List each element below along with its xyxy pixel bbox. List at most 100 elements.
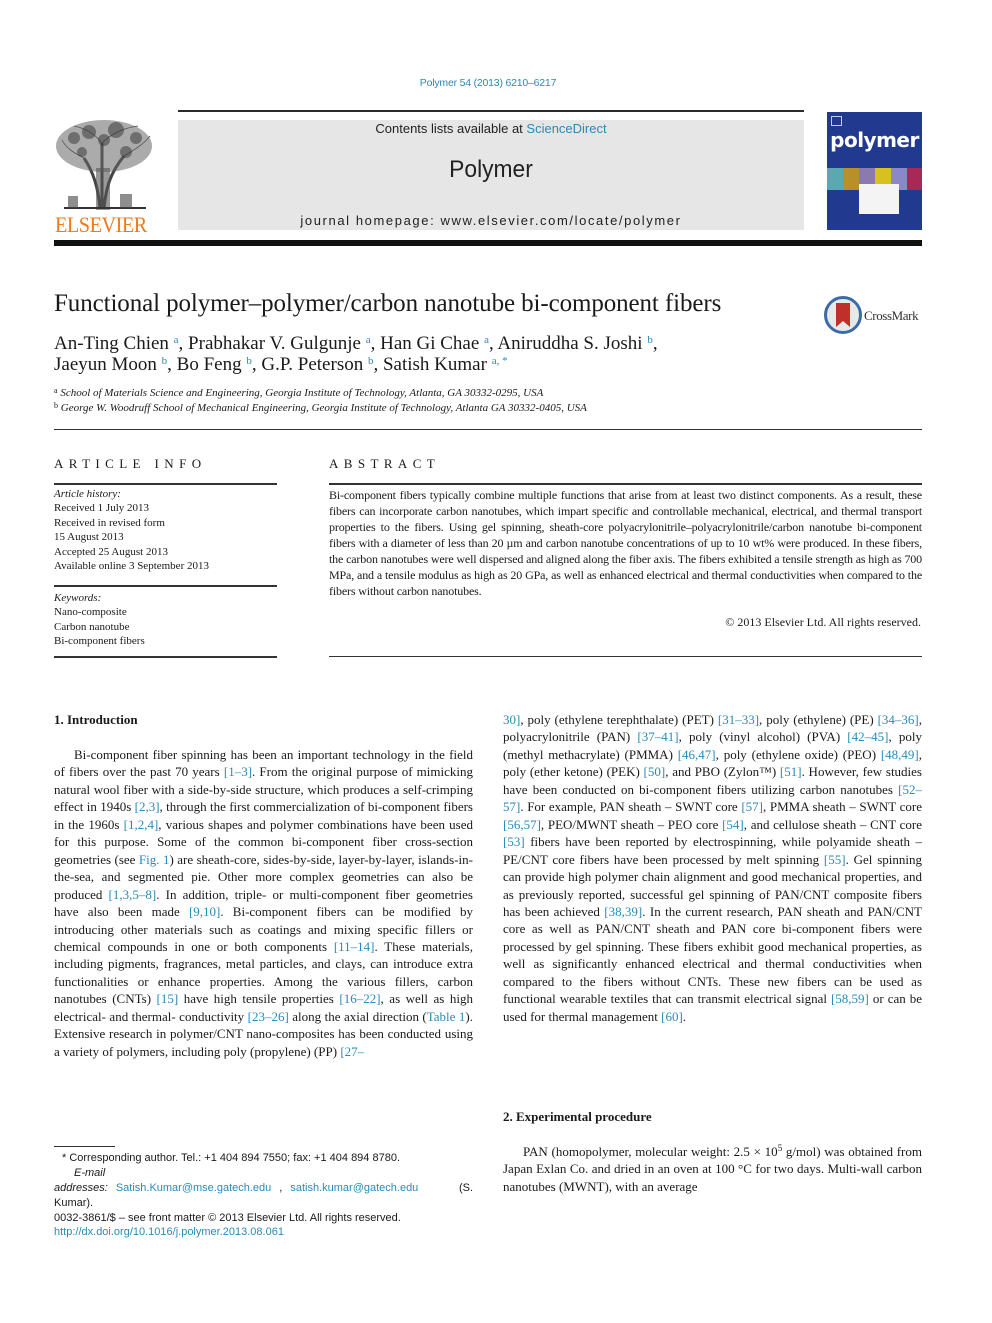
history-label: Article history:	[54, 488, 121, 500]
journal-homepage-link[interactable]: journal homepage: www.elsevier.com/locat…	[178, 213, 804, 228]
keyword: Bi-component fibers	[54, 635, 145, 648]
author-name[interactable]: G.P. Peterson	[261, 354, 363, 375]
affiliation-mark[interactable]: b	[368, 355, 374, 367]
affiliation: a School of Materials Science and Engine…	[54, 386, 544, 400]
keyword: Carbon nanotube	[54, 620, 130, 633]
citation-link[interactable]: Table 1	[427, 1009, 466, 1024]
citation-link[interactable]: [31–33]	[718, 712, 759, 727]
header-rule	[178, 110, 804, 112]
affiliation-mark[interactable]: a	[366, 334, 371, 346]
email-footnote: E-mail addresses: Satish.Kumar@mse.gatech…	[54, 1167, 473, 1209]
author-name[interactable]: Prabhakar V. Gulgunje	[188, 333, 361, 354]
affiliation-mark[interactable]: b	[162, 355, 168, 367]
citation-link[interactable]: [16–22]	[339, 991, 380, 1006]
author-name[interactable]: Jaeyun Moon	[54, 354, 157, 375]
sciencedirect-link[interactable]: ScienceDirect	[526, 121, 606, 136]
citation-link[interactable]: [37–41]	[637, 729, 678, 744]
affiliation: b George W. Woodruff School of Mechanica…	[54, 401, 587, 415]
author-list: Jaeyun Moon b, Bo Feng b, G.P. Peterson …	[54, 354, 508, 375]
affiliation-text: George W. Woodruff School of Mechanical …	[60, 402, 587, 414]
citation-link[interactable]: [1,2,4]	[124, 817, 159, 832]
affiliation-mark[interactable]: a, *	[492, 355, 508, 367]
author-name[interactable]: Han Gi Chae	[380, 333, 479, 354]
divider	[329, 483, 922, 485]
keywords-label: Keywords:	[54, 592, 102, 604]
citation-link[interactable]: [11–14]	[334, 939, 375, 954]
history-item: Received in revised form	[54, 516, 165, 529]
doi-link[interactable]: http://dx.doi.org/10.1016/j.polymer.2013…	[54, 1226, 284, 1238]
citation-link[interactable]: [50]	[644, 764, 666, 779]
cover-title: polymer	[830, 128, 919, 152]
contents-prefix: Contents lists available at	[375, 121, 527, 136]
journal-reference-link[interactable]: Polymer 54 (2013) 6210–6217	[0, 77, 976, 89]
paragraph-text: PAN (homopolymer, molecular weight: 2.5 …	[523, 1144, 778, 1159]
citation-link[interactable]: [57]	[741, 799, 763, 814]
divider	[54, 483, 277, 485]
paragraph-text: , poly (vinyl alcohol) (PVA)	[678, 729, 848, 745]
paragraph-text: . For example, PAN sheath – SWNT core	[520, 799, 742, 815]
citation-link[interactable]: [55]	[824, 852, 846, 867]
paragraph-text: , poly (ethylene terephthalate) (PET)	[520, 712, 718, 727]
header-thick-rule	[54, 240, 922, 246]
crossmark-label[interactable]: CrossMark	[864, 308, 919, 324]
abstract-copyright: © 2013 Elsevier Ltd. All rights reserved…	[725, 615, 921, 629]
front-matter-note: 0032-3861/$ – see front matter © 2013 El…	[54, 1212, 401, 1224]
email-link[interactable]: satish.kumar@gatech.edu	[290, 1182, 418, 1194]
affiliation-label: b	[54, 401, 58, 410]
citation-link[interactable]: [2,3]	[135, 799, 160, 814]
citation-link[interactable]: [46,47]	[678, 747, 716, 762]
affiliation-mark[interactable]: b	[647, 334, 653, 346]
citation-link[interactable]: [51]	[780, 764, 802, 779]
affiliation-mark[interactable]: b	[246, 355, 252, 367]
body-column-left: Bi-component fiber spinning has been an …	[54, 746, 473, 1060]
contents-line: Contents lists available at ScienceDirec…	[178, 121, 804, 136]
abstract-text: Bi-component fibers typically combine mu…	[329, 488, 922, 598]
paragraph-text: , PEO/MWNT sheath – PEO core	[540, 816, 723, 832]
paragraph-text: , poly (ethylene oxide) (PEO)	[715, 746, 881, 762]
citation-link[interactable]: [34–36]	[878, 712, 919, 727]
keyword: Nano-composite	[54, 606, 127, 619]
citation-link[interactable]: [38,39]	[604, 904, 642, 919]
paragraph-text: , PMMA sheath – SWNT core	[762, 799, 922, 815]
history-item: Accepted 25 August 2013	[54, 545, 168, 558]
citation-link[interactable]: [53]	[503, 834, 525, 849]
citation-link[interactable]: [27–	[340, 1044, 364, 1059]
history-item: 15 August 2013	[54, 531, 124, 544]
journal-name: Polymer	[449, 156, 533, 183]
citation-link[interactable]: [42–45]	[847, 729, 888, 744]
citation-link[interactable]: [23–26]	[248, 1009, 289, 1024]
affiliation-mark[interactable]: a	[174, 334, 179, 346]
crossmark-icon[interactable]	[824, 296, 862, 334]
citation-link[interactable]: [58,59]	[831, 991, 869, 1006]
citation-link[interactable]: 30]	[503, 712, 520, 727]
affiliation-text: School of Materials Science and Engineer…	[60, 387, 544, 399]
citation-link[interactable]: [54]	[722, 817, 744, 832]
author-name[interactable]: Aniruddha S. Joshi	[497, 333, 642, 354]
citation-link[interactable]: [1–3]	[224, 764, 252, 779]
citation-link[interactable]: [56,57]	[503, 817, 541, 832]
author-name[interactable]: An-Ting Chien	[54, 333, 169, 354]
affiliation-mark[interactable]: a	[484, 334, 489, 346]
author-name[interactable]: Satish Kumar	[383, 354, 487, 375]
corresponding-author-note: * Corresponding author. Tel.: +1 404 894…	[62, 1152, 401, 1164]
author-name[interactable]: Bo Feng	[177, 354, 242, 375]
citation-link[interactable]: Fig. 1	[139, 852, 170, 867]
paragraph-text: , and cellulose sheath – CNT core	[743, 816, 922, 832]
article-title: Functional polymer–polymer/carbon nanotu…	[54, 290, 722, 317]
citation-link[interactable]: [48,49]	[881, 747, 919, 762]
article-history: Article history: Received 1 July 2013 Re…	[54, 487, 209, 573]
citation-link[interactable]: [15]	[157, 991, 179, 1006]
section-heading-introduction: 1. Introduction	[54, 712, 138, 727]
email-label: E-mail addresses:	[54, 1167, 108, 1194]
footnote-rule	[54, 1146, 115, 1147]
affiliation-label: a	[54, 386, 58, 395]
history-item: Available online 3 September 2013	[54, 560, 209, 573]
citation-link[interactable]: [60]	[661, 1009, 683, 1024]
email-link[interactable]: Satish.Kumar@mse.gatech.edu	[116, 1182, 271, 1194]
journal-cover-image[interactable]: polymer	[827, 112, 922, 230]
abstract-heading: ABSTRACT	[329, 456, 441, 471]
paragraph-text: , poly (ethylene) (PE)	[759, 712, 878, 727]
citation-link[interactable]: [1,3,5–8]	[109, 887, 157, 902]
citation-link[interactable]: [9,10]	[189, 904, 220, 919]
elsevier-wordmark: ELSEVIER	[54, 212, 147, 237]
